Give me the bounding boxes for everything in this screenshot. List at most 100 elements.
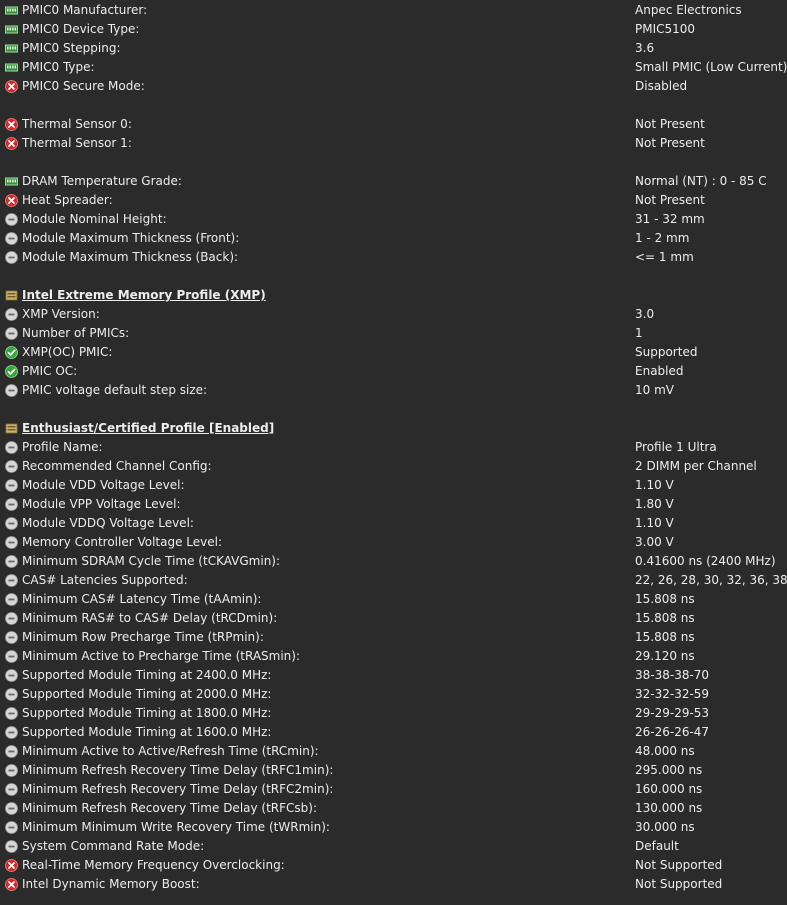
row-minimum-refresh-recovery-time-delay-trfc1min[interactable]: Minimum Refresh Recovery Time Delay (tRF… xyxy=(0,761,787,780)
row-intel-dynamic-memory-boost[interactable]: Intel Dynamic Memory Boost: Not Supported xyxy=(0,875,787,894)
section-title: Intel Extreme Memory Profile (XMP) xyxy=(22,288,266,302)
gray-circle-icon xyxy=(5,688,18,701)
row-pmic0-type[interactable]: PMIC0 Type: Small PMIC (Low Current) xyxy=(0,58,787,77)
property-list[interactable]: PMIC0 Manufacturer: Anpec Electronics PMIC… xyxy=(0,0,787,905)
row-thermal-sensor-1[interactable]: Thermal Sensor 1: Not Present xyxy=(0,134,787,153)
row-system-command-rate-mode[interactable]: System Command Rate Mode: Default xyxy=(0,837,787,856)
row-minimum-refresh-recovery-time-delay-trfc2min[interactable]: Minimum Refresh Recovery Time Delay (tRF… xyxy=(0,780,787,799)
field-value: 32-32-32-59 xyxy=(635,687,710,701)
gray-circle-icon xyxy=(5,821,18,834)
red-x-icon xyxy=(5,878,18,891)
field-label: PMIC0 Manufacturer: xyxy=(22,3,148,17)
field-label: Minimum Active to Precharge Time (tRASmi… xyxy=(22,649,300,663)
row-minimum-cas-latency-time-taamin[interactable]: Minimum CAS# Latency Time (tAAmin): 15.80… xyxy=(0,590,787,609)
field-label: Minimum Minimum Write Recovery Time (tWR… xyxy=(22,820,330,834)
gray-circle-icon xyxy=(5,460,18,473)
row-supported-module-timing-at-2000-0-mhz[interactable]: Supported Module Timing at 2000.0 MHz: 32… xyxy=(0,685,787,704)
field-value: 26-26-26-47 xyxy=(635,725,710,739)
row-minimum-row-precharge-time-trpmin[interactable]: Minimum Row Precharge Time (tRPmin): 15.8… xyxy=(0,628,787,647)
field-value: 30.000 ns xyxy=(635,820,695,834)
field-value: Not Present xyxy=(635,117,705,131)
row-pmic0-device-type[interactable]: PMIC0 Device Type: PMIC5100 xyxy=(0,20,787,39)
field-value: 3.00 V xyxy=(635,535,674,549)
gray-circle-icon xyxy=(5,574,18,587)
field-value: 1 xyxy=(635,326,643,340)
field-label: Minimum Active to Active/Refresh Time (t… xyxy=(22,744,319,758)
row-pmic0-manufacturer[interactable]: PMIC0 Manufacturer: Anpec Electronics xyxy=(0,1,787,20)
memory-module-icon xyxy=(5,289,18,302)
field-label: Profile Name: xyxy=(22,440,103,454)
gray-circle-icon xyxy=(5,441,18,454)
row-module-maximum-thickness-front[interactable]: Module Maximum Thickness (Front): 1 - 2 m… xyxy=(0,229,787,248)
row-pmic0-secure-mode[interactable]: PMIC0 Secure Mode: Disabled xyxy=(0,77,787,96)
gray-circle-icon xyxy=(5,384,18,397)
section-title: Enthusiast/Certified Profile [Enabled] xyxy=(22,421,275,435)
row-module-vpp-voltage-level[interactable]: Module VPP Voltage Level: 1.80 V xyxy=(0,495,787,514)
field-label: Minimum CAS# Latency Time (tAAmin): xyxy=(22,592,262,606)
row-cas-latencies-supported[interactable]: CAS# Latencies Supported: 22, 26, 28, 30,… xyxy=(0,571,787,590)
spacer-row xyxy=(0,96,787,115)
row-minimum-sdram-cycle-time-tckavgmin[interactable]: Minimum SDRAM Cycle Time (tCKAVGmin): 0.4… xyxy=(0,552,787,571)
field-value: 1.10 V xyxy=(635,478,674,492)
row-supported-module-timing-at-2400-0-mhz[interactable]: Supported Module Timing at 2400.0 MHz: 38… xyxy=(0,666,787,685)
row-heat-spreader[interactable]: Heat Spreader: Not Present xyxy=(0,191,787,210)
field-label: Module Maximum Thickness (Front): xyxy=(22,231,240,245)
field-label: Minimum Row Precharge Time (tRPmin): xyxy=(22,630,264,644)
row-module-nominal-height[interactable]: Module Nominal Height: 31 - 32 mm xyxy=(0,210,787,229)
field-label: Minimum SDRAM Cycle Time (tCKAVGmin): xyxy=(22,554,281,568)
row-minimum-active-to-active-refresh-time-trcmin[interactable]: Minimum Active to Active/Refresh Time (t… xyxy=(0,742,787,761)
field-value: Anpec Electronics xyxy=(635,3,742,17)
field-value: 160.000 ns xyxy=(635,782,703,796)
row-module-vdd-voltage-level[interactable]: Module VDD Voltage Level: 1.10 V xyxy=(0,476,787,495)
spacer-row xyxy=(0,400,787,419)
row-thermal-sensor-0[interactable]: Thermal Sensor 0: Not Present xyxy=(0,115,787,134)
field-value: 15.808 ns xyxy=(635,630,695,644)
row-minimum-active-to-precharge-time-trasmin[interactable]: Minimum Active to Precharge Time (tRASmi… xyxy=(0,647,787,666)
red-x-icon xyxy=(5,194,18,207)
field-label: Supported Module Timing at 2000.0 MHz: xyxy=(22,687,272,701)
field-label: Number of PMICs: xyxy=(22,326,130,340)
field-value: 29-29-29-53 xyxy=(635,706,710,720)
row-pmic-voltage-default-step-size[interactable]: PMIC voltage default step size: 10 mV xyxy=(0,381,787,400)
row-supported-module-timing-at-1600-0-mhz[interactable]: Supported Module Timing at 1600.0 MHz: 26… xyxy=(0,723,787,742)
row-number-of-pmics[interactable]: Number of PMICs: 1 xyxy=(0,324,787,343)
field-value: Not Present xyxy=(635,136,705,150)
row-memory-controller-voltage-level[interactable]: Memory Controller Voltage Level: 3.00 V xyxy=(0,533,787,552)
row-minimum-minimum-write-recovery-time-twrmin[interactable]: Minimum Minimum Write Recovery Time (tWR… xyxy=(0,818,787,837)
field-label: Minimum Refresh Recovery Time Delay (tRF… xyxy=(22,782,334,796)
red-x-icon xyxy=(5,859,18,872)
field-label: Minimum Refresh Recovery Time Delay (tRF… xyxy=(22,763,334,777)
row-recommended-channel-config[interactable]: Recommended Channel Config: 2 DIMM per Ch… xyxy=(0,457,787,476)
memory-module-icon xyxy=(5,422,18,435)
row-profile-name[interactable]: Profile Name: Profile 1 Ultra xyxy=(0,438,787,457)
field-label: Thermal Sensor 1: xyxy=(22,136,132,150)
gray-circle-icon xyxy=(5,745,18,758)
row-module-vddq-voltage-level[interactable]: Module VDDQ Voltage Level: 1.10 V xyxy=(0,514,787,533)
gray-circle-icon xyxy=(5,555,18,568)
gray-circle-icon xyxy=(5,308,18,321)
row-minimum-ras-to-cas-delay-trcdmin[interactable]: Minimum RAS# to CAS# Delay (tRCDmin): 15.… xyxy=(0,609,787,628)
field-label: XMP(OC) PMIC: xyxy=(22,345,113,359)
row-pmic0-stepping[interactable]: PMIC0 Stepping: 3.6 xyxy=(0,39,787,58)
field-value: Supported xyxy=(635,345,698,359)
row-xmp-oc-pmic[interactable]: XMP(OC) PMIC: Supported xyxy=(0,343,787,362)
red-x-icon xyxy=(5,137,18,150)
section-header-enthusiast-certified-profile-enabled[interactable]: Enthusiast/Certified Profile [Enabled] xyxy=(0,419,787,438)
ram-icon xyxy=(5,175,18,188)
section-header-intel-extreme-memory-profile-xmp[interactable]: Intel Extreme Memory Profile (XMP) xyxy=(0,286,787,305)
green-check-icon xyxy=(5,365,18,378)
row-module-maximum-thickness-back[interactable]: Module Maximum Thickness (Back): <= 1 mm xyxy=(0,248,787,267)
row-supported-module-timing-at-1800-0-mhz[interactable]: Supported Module Timing at 1800.0 MHz: 29… xyxy=(0,704,787,723)
row-dram-temperature-grade[interactable]: DRAM Temperature Grade: Normal (NT) : 0 -… xyxy=(0,172,787,191)
ram-icon xyxy=(5,61,18,74)
row-pmic-oc[interactable]: PMIC OC: Enabled xyxy=(0,362,787,381)
field-value: 15.808 ns xyxy=(635,592,695,606)
row-real-time-memory-frequency-overclocking[interactable]: Real-Time Memory Frequency Overclocking:… xyxy=(0,856,787,875)
row-xmp-version[interactable]: XMP Version: 3.0 xyxy=(0,305,787,324)
gray-circle-icon xyxy=(5,707,18,720)
row-minimum-refresh-recovery-time-delay-trfcsb[interactable]: Minimum Refresh Recovery Time Delay (tRF… xyxy=(0,799,787,818)
field-label: Thermal Sensor 0: xyxy=(22,117,132,131)
field-label: PMIC0 Device Type: xyxy=(22,22,140,36)
field-label: Real-Time Memory Frequency Overclocking: xyxy=(22,858,285,872)
field-value: 15.808 ns xyxy=(635,611,695,625)
